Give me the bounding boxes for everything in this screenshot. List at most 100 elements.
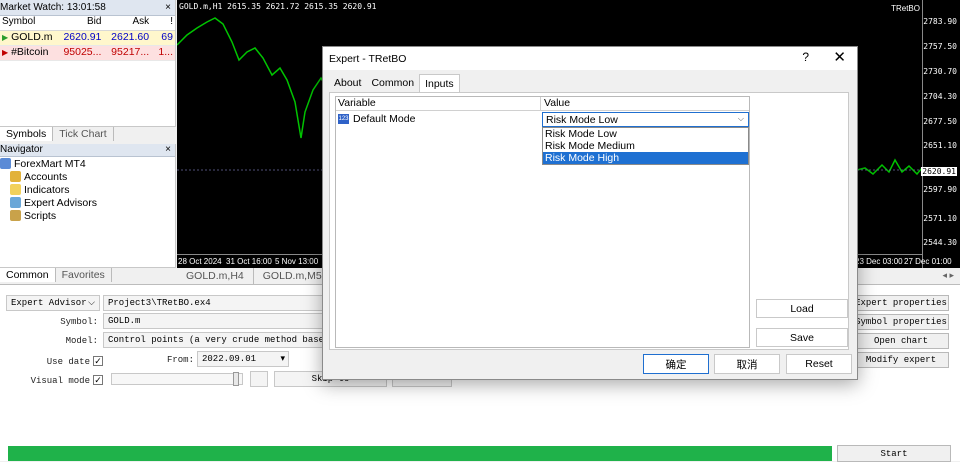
down-arrow-icon: ▶ — [2, 48, 9, 57]
calendar-icon: ▾ — [280, 354, 285, 364]
tab-common[interactable]: Common — [0, 268, 56, 282]
market-watch-row[interactable]: ▶ GOLD.m 2620.91 2621.60 69 — [0, 31, 175, 46]
value-dropdown[interactable]: Risk Mode Low ⌵ — [542, 112, 749, 127]
start-button[interactable]: Start — [837, 445, 951, 462]
symbol-properties-button[interactable]: Symbol properties — [853, 314, 949, 330]
navigator-item-label: Accounts — [24, 170, 68, 183]
expert-properties-button[interactable]: Expert properties — [853, 295, 949, 311]
price-tick: 2571.10 — [923, 214, 957, 223]
market-watch-close-icon[interactable]: × — [165, 2, 171, 13]
tab-gold-m5[interactable]: GOLD.m,M5 — [254, 268, 332, 284]
visual-mode-checkbox[interactable]: ✓ — [93, 375, 103, 385]
from-date-input[interactable]: 2022.09.01 ▾ — [197, 351, 289, 367]
market-watch-tabs: Symbols Tick Chart — [0, 126, 176, 141]
spread-value: 69 — [161, 31, 173, 43]
tester-type-select[interactable]: Expert Advisor ⌵ — [6, 295, 100, 311]
expert-properties-dialog: Expert - TRetBO ? ✕ About Common Inputs … — [322, 46, 858, 380]
inputs-panel: Variable Value 123 Default Mode Risk Mode… — [329, 92, 849, 350]
visual-mode-label: Visual mode — [30, 376, 90, 386]
chevron-down-icon: ⌵ — [88, 298, 95, 308]
time-tick: 28 Oct 2024 — [178, 257, 222, 266]
header-ask[interactable]: Ask — [101, 16, 149, 30]
market-watch-title: Market Watch: 13:01:58 — [0, 2, 106, 13]
header-spread[interactable]: ! — [149, 16, 175, 30]
price-tick: 2597.90 — [923, 185, 957, 194]
numeric-type-icon: 123 — [338, 113, 349, 124]
market-watch-panel: Market Watch: 13:01:58 × Symbol Bid Ask … — [0, 0, 176, 140]
column-variable[interactable]: Variable — [336, 97, 541, 110]
header-bid[interactable]: Bid — [60, 16, 101, 30]
price-tick: 2730.70 — [923, 67, 957, 76]
save-button[interactable]: Save — [756, 328, 848, 347]
open-chart-button[interactable]: Open chart — [853, 333, 949, 349]
price-tick: 2677.50 — [923, 117, 957, 126]
folder-icon — [0, 158, 11, 169]
ok-button[interactable]: 确定 — [643, 354, 709, 374]
use-date-checkbox[interactable]: ✓ — [93, 356, 103, 366]
option-risk-mode-high[interactable]: Risk Mode High — [543, 152, 748, 164]
price-tick: 2757.50 — [923, 42, 957, 51]
market-watch-title-bar: Market Watch: 13:01:58 × — [0, 0, 175, 16]
ask-value: 95217... — [111, 46, 150, 58]
navigator-close-icon[interactable]: × — [165, 144, 171, 156]
option-risk-mode-medium[interactable]: Risk Mode Medium — [543, 140, 748, 152]
tab-scroll-arrows[interactable]: ◂ ▸ — [942, 270, 954, 281]
navigator-title-bar: Navigator × — [0, 144, 175, 157]
column-value[interactable]: Value — [541, 97, 570, 110]
bid-value: 95025... — [63, 46, 102, 58]
price-tick: 2783.90 — [923, 17, 957, 26]
symbol-name: #Bitcoin — [11, 46, 49, 58]
navigator-panel: Navigator × ForexMart MT4 Accounts Indic… — [0, 144, 176, 267]
slider-handle[interactable] — [233, 372, 239, 386]
header-symbol[interactable]: Symbol — [0, 16, 60, 30]
indicators-icon — [10, 184, 21, 195]
bid-value: 2620.91 — [63, 31, 102, 43]
symbol-select[interactable]: GOLD.m — [103, 313, 323, 329]
accounts-icon — [10, 171, 21, 182]
spread-value: 1... — [158, 46, 173, 58]
navigator-item-label: Indicators — [24, 183, 70, 196]
close-icon[interactable]: ✕ — [833, 48, 846, 66]
time-tick: 5 Nov 13:00 — [275, 257, 319, 266]
tab-symbols[interactable]: Symbols — [0, 127, 54, 141]
navigator-tabs: Common Favorites — [0, 267, 176, 282]
modify-expert-button[interactable]: Modify expert — [853, 352, 949, 368]
tab-favorites[interactable]: Favorites — [56, 268, 112, 282]
tester-type-value: Expert Advisor — [11, 298, 87, 308]
tab-tick-chart[interactable]: Tick Chart — [53, 127, 114, 141]
up-arrow-icon: ▶ — [2, 33, 9, 42]
expert-advisors-icon — [10, 197, 21, 208]
navigator-item-scripts[interactable]: Scripts — [0, 209, 175, 222]
market-watch-row[interactable]: ▶ #Bitcoin 95025... 95217... 1... — [0, 46, 175, 61]
input-variable-name: Default Mode — [353, 112, 416, 125]
market-watch-header: Symbol Bid Ask ! — [0, 16, 175, 31]
reset-button[interactable]: Reset — [786, 354, 852, 374]
help-icon[interactable]: ? — [802, 50, 809, 64]
model-select[interactable]: Control points (a very crude method base… — [103, 332, 323, 348]
navigator-item-label: Expert Advisors — [24, 196, 97, 209]
inputs-grid-header: Variable Value — [336, 97, 749, 111]
ea-path-select[interactable]: Project3\TRetBO.ex4 — [103, 295, 323, 311]
from-label: From: — [166, 355, 194, 365]
current-price-label: 2620.91 — [921, 167, 957, 176]
from-date-value: 2022.09.01 — [202, 354, 257, 364]
cancel-button[interactable]: 取消 — [714, 354, 780, 374]
dialog-title-bar: Expert - TRetBO ? ✕ — [323, 47, 857, 70]
value-dropdown-selected: Risk Mode Low — [546, 114, 618, 126]
navigator-item-indicators[interactable]: Indicators — [0, 183, 175, 196]
pause-button[interactable] — [250, 371, 268, 387]
navigator-root[interactable]: ForexMart MT4 — [0, 157, 175, 170]
tab-inputs[interactable]: Inputs — [419, 74, 460, 93]
price-tick: 2704.30 — [923, 92, 957, 101]
tab-gold-h4[interactable]: GOLD.m,H4 — [177, 268, 254, 284]
tab-common[interactable]: Common — [366, 74, 419, 93]
navigator-item-label: Scripts — [24, 209, 57, 222]
option-risk-mode-low[interactable]: Risk Mode Low — [543, 128, 748, 140]
navigator-item-expert-advisors[interactable]: Expert Advisors — [0, 196, 175, 209]
chart-ea-name: TRetBO — [891, 4, 920, 13]
tab-about[interactable]: About — [329, 74, 366, 93]
visual-speed-slider[interactable] — [111, 372, 243, 386]
time-tick: 23 Dec 03:00 — [855, 257, 903, 266]
navigator-item-accounts[interactable]: Accounts — [0, 170, 175, 183]
load-button[interactable]: Load — [756, 299, 848, 318]
